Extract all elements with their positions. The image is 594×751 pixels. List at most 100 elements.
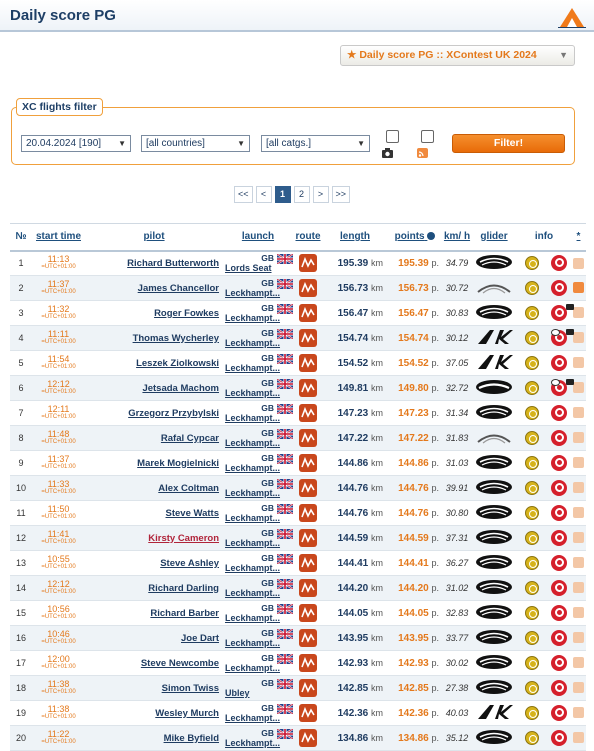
rss-icon[interactable] (573, 332, 584, 344)
pilot-link[interactable]: Richard Butterworth (85, 250, 223, 276)
route-icon[interactable] (299, 729, 317, 747)
glider-logo-icon[interactable] (471, 375, 517, 401)
flight-detail-icon[interactable] (551, 505, 567, 521)
rss-icon[interactable] (573, 657, 584, 669)
rss-icon[interactable] (573, 457, 584, 469)
rss-icon[interactable] (573, 257, 584, 269)
rss-icon[interactable] (573, 507, 584, 519)
rss-icon[interactable] (573, 282, 584, 294)
badge-medal-icon[interactable] (525, 506, 539, 520)
rss-filter-checkbox[interactable] (421, 130, 434, 143)
flight-detail-icon[interactable] (551, 605, 567, 621)
badge-medal-icon[interactable] (525, 306, 539, 320)
glider-logo-icon[interactable] (471, 275, 517, 301)
badge-medal-icon[interactable] (525, 531, 539, 545)
rss-icon[interactable] (573, 532, 584, 544)
flight-detail-icon[interactable] (551, 580, 567, 596)
badge-medal-icon[interactable] (525, 556, 539, 570)
pilot-link[interactable]: Steve Newcombe (85, 650, 223, 676)
launch-site-link[interactable]: Leckhampt... (225, 313, 293, 323)
glider-logo-icon[interactable] (471, 625, 517, 651)
rss-icon[interactable] (573, 382, 584, 394)
pilot-link[interactable]: Leszek Ziolkowski (85, 350, 223, 376)
launch-site-link[interactable]: Leckhampt... (225, 638, 293, 648)
pilot-link[interactable]: Simon Twiss (85, 675, 223, 701)
pilot-link[interactable]: Joe Dart (85, 625, 223, 651)
pager-next[interactable]: > (312, 186, 329, 203)
glider-logo-icon[interactable] (471, 675, 517, 701)
route-icon[interactable] (299, 279, 317, 297)
route-icon[interactable] (299, 304, 317, 322)
glider-logo-icon[interactable] (471, 600, 517, 626)
route-icon[interactable] (299, 354, 317, 372)
flight-detail-icon[interactable] (551, 530, 567, 546)
rss-icon[interactable] (573, 582, 584, 594)
camera-icon[interactable] (566, 329, 574, 335)
glider-logo-icon[interactable] (471, 700, 517, 726)
route-icon[interactable] (299, 629, 317, 647)
badge-medal-icon[interactable] (525, 731, 539, 745)
route-icon[interactable] (299, 379, 317, 397)
category-select[interactable]: [all catgs.] ▼ (261, 135, 370, 152)
glider-logo-icon[interactable] (471, 325, 517, 351)
launch-site-link[interactable]: Leckhampt... (225, 463, 293, 473)
launch-site-link[interactable]: Leckhampt... (225, 413, 293, 423)
launch-site-link[interactable]: Leckhampt... (225, 563, 293, 573)
col-header-launch[interactable]: launch (223, 223, 293, 252)
badge-medal-icon[interactable] (525, 656, 539, 670)
badge-medal-icon[interactable] (525, 631, 539, 645)
pilot-link[interactable]: Grzegorz Przybylski (85, 400, 223, 426)
date-select[interactable]: 20.04.2024 [190] ▼ (21, 135, 131, 152)
pilot-link[interactable]: Richard Darling (85, 575, 223, 601)
badge-medal-icon[interactable] (525, 331, 539, 345)
route-icon[interactable] (299, 479, 317, 497)
pilot-link[interactable]: Rafal Cypcar (85, 425, 223, 451)
flight-detail-icon[interactable] (551, 280, 567, 296)
pager-first[interactable]: << (234, 186, 253, 203)
rss-icon[interactable] (573, 407, 584, 419)
route-icon[interactable] (299, 504, 317, 522)
route-icon[interactable] (299, 454, 317, 472)
glider-logo-icon[interactable] (471, 450, 517, 476)
pager-last[interactable]: >> (331, 186, 351, 203)
rss-icon[interactable] (573, 732, 584, 744)
launch-site-link[interactable]: Leckhampt... (225, 388, 293, 398)
rss-icon[interactable] (573, 632, 584, 644)
route-icon[interactable] (299, 554, 317, 572)
flight-detail-icon[interactable] (551, 705, 567, 721)
badge-medal-icon[interactable] (525, 356, 539, 370)
flight-detail-icon[interactable] (551, 480, 567, 496)
glider-logo-icon[interactable] (471, 725, 517, 751)
route-icon[interactable] (299, 404, 317, 422)
col-header-points[interactable]: points (387, 223, 443, 252)
filter-button[interactable]: Filter! (452, 134, 565, 153)
route-icon[interactable] (299, 604, 317, 622)
pager-prev[interactable]: < (255, 186, 272, 203)
pilot-link[interactable]: James Chancellor (85, 275, 223, 301)
rss-icon[interactable] (573, 682, 584, 694)
pilot-link[interactable]: Thomas Wycherley (85, 325, 223, 351)
glider-logo-icon[interactable] (471, 575, 517, 601)
launch-site-link[interactable]: Leckhampt... (225, 663, 293, 673)
glider-logo-icon[interactable] (471, 350, 517, 376)
launch-site-link[interactable]: Leckhampt... (225, 338, 293, 348)
pilot-link[interactable]: Steve Watts (85, 500, 223, 526)
camera-icon[interactable] (566, 379, 574, 385)
pilot-link[interactable]: Wesley Murch (85, 700, 223, 726)
flight-detail-icon[interactable] (551, 630, 567, 646)
badge-medal-icon[interactable] (525, 256, 539, 271)
glider-logo-icon[interactable] (471, 425, 517, 451)
launch-site-link[interactable]: Ubley (225, 688, 293, 698)
rss-icon[interactable] (573, 482, 584, 494)
flight-detail-icon[interactable] (551, 255, 567, 272)
col-header-star[interactable]: * (571, 223, 586, 252)
rss-icon[interactable] (573, 557, 584, 569)
badge-medal-icon[interactable] (525, 406, 539, 420)
badge-medal-icon[interactable] (525, 431, 539, 445)
badge-medal-icon[interactable] (525, 381, 539, 395)
pilot-link[interactable]: Alex Coltman (85, 475, 223, 501)
glider-logo-icon[interactable] (471, 475, 517, 501)
route-icon[interactable] (299, 654, 317, 672)
flight-detail-icon[interactable] (551, 655, 567, 671)
comment-icon[interactable] (551, 329, 560, 336)
